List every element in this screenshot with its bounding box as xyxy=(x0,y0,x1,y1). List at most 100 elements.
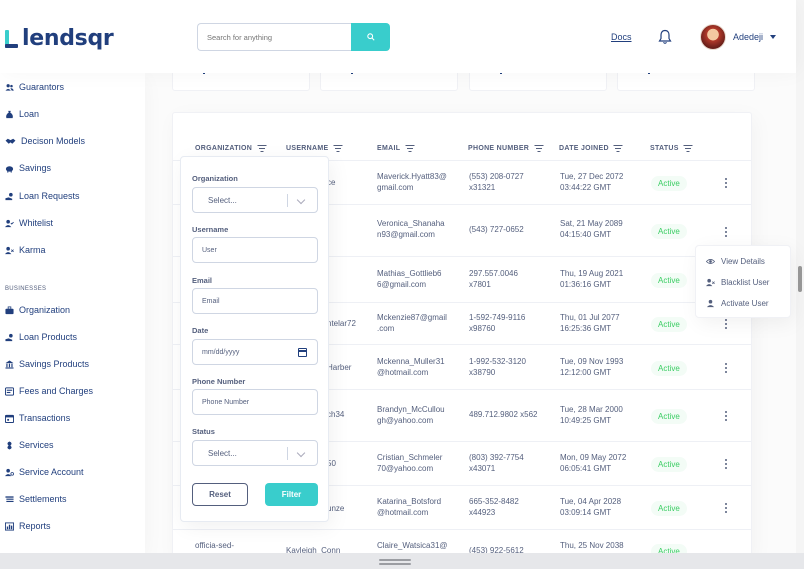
scrollbar-thumb[interactable] xyxy=(798,266,802,292)
sidebar-item-whitelist[interactable]: Whitelist xyxy=(5,216,53,230)
username-input[interactable]: User xyxy=(192,237,318,263)
sidebar-item-organization[interactable]: Organization xyxy=(5,303,70,317)
row-actions-menu: View Details Blacklist User Activate Use… xyxy=(695,245,791,318)
kebab-icon[interactable] xyxy=(725,227,728,238)
coins-icon xyxy=(5,386,14,396)
activate-user-menu-item[interactable]: Activate User xyxy=(706,297,769,309)
sidebar-item-service-account[interactable]: Service Account xyxy=(5,465,84,479)
filter-lines-icon[interactable] xyxy=(405,144,415,152)
handshake-icon xyxy=(5,138,16,144)
reset-button[interactable]: Reset xyxy=(192,483,248,506)
sidebar-item-savings-products[interactable]: Savings Products xyxy=(5,357,89,371)
brand-name: lendsqr xyxy=(22,26,114,51)
user-x-icon xyxy=(706,278,715,286)
column-header-username[interactable]: USERNAME xyxy=(286,142,343,154)
bank-icon xyxy=(5,359,14,369)
search-input[interactable] xyxy=(197,23,351,51)
status-badge: Active xyxy=(651,273,687,288)
docs-link[interactable]: Docs xyxy=(611,32,632,42)
lendsqr-logo[interactable]: lendsqr xyxy=(5,26,114,51)
filter-panel: Organization Select... Username User Ema… xyxy=(180,156,329,522)
search-bar xyxy=(197,23,390,51)
piggy-bank-icon xyxy=(5,165,14,173)
kebab-icon[interactable] xyxy=(725,411,728,422)
sidebar-item-karma[interactable]: Karma xyxy=(5,243,46,257)
kebab-icon[interactable] xyxy=(725,503,728,514)
sidebar: Guarantors Loan Decison Models Savings L… xyxy=(0,73,145,553)
bottom-bar xyxy=(0,553,804,569)
sidebar-item-savings[interactable]: Savings xyxy=(5,161,51,175)
drag-handle-icon[interactable] xyxy=(379,563,411,565)
filter-label-username: Username xyxy=(192,225,229,234)
view-details-menu-item[interactable]: View Details xyxy=(706,255,765,267)
filter-lines-icon[interactable] xyxy=(257,144,267,152)
phone-number-input[interactable]: Phone Number xyxy=(192,389,318,415)
avatar[interactable] xyxy=(700,24,726,50)
sidebar-item-guarantors[interactable]: Guarantors xyxy=(5,80,64,94)
chevron-down-icon xyxy=(296,195,306,205)
user-name[interactable]: Adedeji xyxy=(733,32,763,42)
filter-lines-icon[interactable] xyxy=(613,144,623,152)
drag-handle-icon[interactable] xyxy=(379,559,411,561)
hand-coin-icon xyxy=(5,192,13,200)
chevron-down-icon xyxy=(296,448,306,458)
sidebar-item-services[interactable]: Services xyxy=(5,438,54,452)
date-input[interactable]: mm/dd/yyyy xyxy=(192,339,318,365)
sidebar-item-fees-and-charges[interactable]: Fees and Charges xyxy=(5,384,93,398)
filter-button[interactable]: Filter xyxy=(265,483,318,506)
calendar-icon xyxy=(5,414,14,423)
galaxy-icon xyxy=(7,440,12,450)
sidebar-item-reports[interactable]: Reports xyxy=(5,519,51,533)
sidebar-item-settlements[interactable]: Settlements xyxy=(5,492,67,506)
blacklist-user-menu-item[interactable]: Blacklist User xyxy=(706,276,769,288)
vertical-scrollbar[interactable] xyxy=(796,0,804,553)
user-cog-icon xyxy=(5,468,14,476)
status-badge: Active xyxy=(651,176,687,191)
sidebar-item-loan-requests[interactable]: Loan Requests xyxy=(5,189,80,203)
sack-icon xyxy=(6,110,13,118)
status-badge: Active xyxy=(651,457,687,472)
user-x-icon xyxy=(5,246,14,254)
filter-label-organization: Organization xyxy=(192,174,238,183)
status-select[interactable]: Select... xyxy=(192,440,318,466)
column-header-date-joined[interactable]: DATE JOINED xyxy=(559,142,623,154)
status-badge: Active xyxy=(651,317,687,332)
chart-bar-icon xyxy=(5,521,14,531)
users-icon xyxy=(5,83,14,91)
sidebar-item-loan-products[interactable]: Loan Products xyxy=(5,330,77,344)
calendar-icon[interactable] xyxy=(298,348,307,357)
section-title-businesses: BUSINESSES xyxy=(5,286,47,292)
kebab-icon[interactable] xyxy=(725,178,728,189)
lendsqr-logo-icon xyxy=(5,29,18,48)
email-input[interactable]: Email xyxy=(192,288,318,314)
column-header-phone-number[interactable]: PHONE NUMBER xyxy=(468,142,544,154)
search-button[interactable] xyxy=(351,23,390,51)
status-badge: Active xyxy=(651,361,687,376)
hand-coin-icon xyxy=(5,333,13,341)
caret-down-icon[interactable] xyxy=(770,35,776,39)
column-header-email[interactable]: EMAIL xyxy=(377,142,415,154)
sidebar-item-transactions[interactable]: Transactions xyxy=(5,411,70,425)
bell-icon[interactable] xyxy=(658,29,672,45)
top-header: lendsqr Docs Adedeji xyxy=(0,0,796,73)
filter-label-status: Status xyxy=(192,427,215,436)
filter-label-date: Date xyxy=(192,326,209,335)
sidebar-item-loan[interactable]: Loan xyxy=(5,107,39,121)
filter-label-email: Email xyxy=(192,276,213,285)
status-badge: Active xyxy=(651,409,687,424)
status-badge: Active xyxy=(651,501,687,516)
filter-lines-icon[interactable] xyxy=(683,144,693,152)
filter-lines-icon[interactable] xyxy=(534,144,544,152)
stat-cards xyxy=(172,63,755,93)
kebab-icon[interactable] xyxy=(725,363,728,374)
kebab-icon[interactable] xyxy=(725,319,728,330)
kebab-icon[interactable] xyxy=(725,459,728,470)
column-header-status[interactable]: STATUS xyxy=(650,142,693,154)
briefcase-icon xyxy=(5,305,14,314)
filter-lines-icon[interactable] xyxy=(333,144,343,152)
scroll-icon xyxy=(5,495,14,502)
user-check-icon xyxy=(706,299,715,307)
organization-select[interactable]: Select... xyxy=(192,187,318,213)
column-header-organization[interactable]: ORGANIZATION xyxy=(195,142,267,154)
sidebar-item-decision-models[interactable]: Decison Models xyxy=(5,134,85,148)
